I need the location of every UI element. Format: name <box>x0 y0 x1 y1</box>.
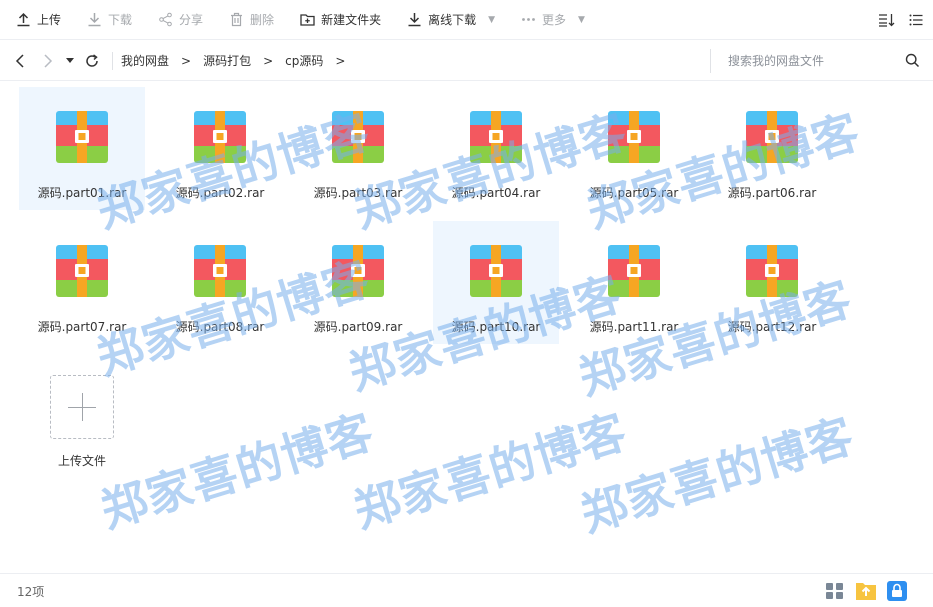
search-icon[interactable] <box>905 53 920 72</box>
file-name: 源码.part02.rar <box>175 186 265 200</box>
download-icon <box>88 13 101 27</box>
file-item[interactable]: 源码.part01.rar <box>19 87 145 210</box>
share-button[interactable]: 分享 <box>158 0 203 40</box>
search-box <box>710 49 920 73</box>
watermark-text: 郑家喜的博客 <box>94 404 381 539</box>
file-name: 源码.part01.rar <box>37 186 127 200</box>
list-view-icon[interactable] <box>909 13 923 27</box>
file-name: 源码.part11.rar <box>589 320 679 334</box>
status-bar: 12项 <box>0 573 933 607</box>
more-button[interactable]: 更多 ▼ <box>521 0 585 40</box>
transfer-folder-icon[interactable] <box>855 581 877 601</box>
rar-archive-icon <box>332 245 384 297</box>
netdisk-window: 上传 下载 分享 删除 新建文件夹 离线下载 ▼ 更多 ▼ 我的网盘 > 源码打… <box>0 0 933 607</box>
rar-archive-icon <box>470 245 522 297</box>
view-controls <box>864 0 923 40</box>
rar-archive-icon <box>746 111 798 163</box>
file-item[interactable]: 源码.part05.rar <box>571 87 697 210</box>
upload-label: 上传 <box>37 13 62 27</box>
file-name: 源码.part07.rar <box>37 320 127 334</box>
share-label: 分享 <box>179 13 204 27</box>
chevron-left-icon <box>15 53 24 68</box>
rar-archive-icon <box>56 245 108 297</box>
new-folder-label: 新建文件夹 <box>321 13 382 27</box>
file-name: 源码.part09.rar <box>313 320 403 334</box>
file-item[interactable]: 源码.part04.rar <box>433 87 559 210</box>
file-item[interactable]: 源码.part02.rar <box>157 87 283 210</box>
more-label: 更多 <box>542 13 567 27</box>
rar-archive-icon <box>608 111 660 163</box>
file-item[interactable]: 源码.part11.rar <box>571 221 697 344</box>
refresh-button[interactable] <box>78 41 106 81</box>
breadcrumb: 我的网盘 > 源码打包 > cp源码 > <box>121 52 357 69</box>
rar-archive-icon <box>56 111 108 163</box>
more-icon <box>522 18 535 21</box>
caret-down-icon <box>66 57 74 63</box>
sort-icon[interactable] <box>878 13 895 27</box>
download-label: 下载 <box>108 13 133 27</box>
toolbar: 上传 下载 分享 删除 新建文件夹 离线下载 ▼ 更多 ▼ <box>0 0 933 40</box>
history-dropdown[interactable] <box>62 41 78 81</box>
file-name: 源码.part04.rar <box>451 186 541 200</box>
file-name: 源码.part05.rar <box>589 186 679 200</box>
breadcrumb-separator[interactable]: > <box>181 54 191 68</box>
file-item[interactable]: 源码.part09.rar <box>295 221 421 344</box>
watermark-text: 郑家喜的博客 <box>574 408 861 543</box>
rar-archive-icon <box>194 111 246 163</box>
file-item[interactable]: 源码.part06.rar <box>709 87 835 210</box>
offline-download-button[interactable]: 离线下载 ▼ <box>407 0 495 40</box>
divider <box>112 51 113 70</box>
trash-icon <box>231 12 243 27</box>
file-name: 源码.part08.rar <box>175 320 265 334</box>
new-folder-button[interactable]: 新建文件夹 <box>300 0 381 40</box>
breadcrumb-item[interactable]: cp源码 <box>285 52 323 69</box>
file-name: 源码.part12.rar <box>727 320 817 334</box>
grid-view-icon[interactable] <box>825 581 845 601</box>
file-item[interactable]: 源码.part03.rar <box>295 87 421 210</box>
upload-icon <box>17 12 30 27</box>
file-name: 源码.part10.rar <box>451 320 541 334</box>
rar-archive-icon <box>470 111 522 163</box>
upload-button[interactable]: 上传 <box>16 0 61 40</box>
new-folder-icon <box>300 14 315 26</box>
breadcrumb-item[interactable]: 源码打包 <box>203 52 251 69</box>
safe-box-lock-icon[interactable] <box>887 581 907 601</box>
delete-button[interactable]: 删除 <box>229 0 274 40</box>
upload-file-label: 上传文件 <box>57 454 106 468</box>
file-item[interactable]: 源码.part07.rar <box>19 221 145 344</box>
file-name: 源码.part06.rar <box>727 186 817 200</box>
offline-download-icon <box>408 13 421 27</box>
back-button[interactable] <box>6 41 34 81</box>
chevron-down-icon[interactable]: ▼ <box>488 15 495 25</box>
delete-label: 删除 <box>250 13 275 27</box>
offline-download-label: 离线下载 <box>428 13 477 27</box>
rar-archive-icon <box>194 245 246 297</box>
status-icons <box>815 581 907 601</box>
upload-file-tile[interactable] <box>50 375 114 439</box>
rar-archive-icon <box>608 245 660 297</box>
file-item[interactable]: 源码.part12.rar <box>709 221 835 344</box>
breadcrumb-separator[interactable]: > <box>263 54 273 68</box>
watermark-text: 郑家喜的博客 <box>347 404 634 539</box>
rar-archive-icon <box>746 245 798 297</box>
address-bar: 我的网盘 > 源码打包 > cp源码 > <box>0 41 933 81</box>
search-input[interactable] <box>711 54 891 68</box>
download-button[interactable]: 下载 <box>87 0 132 40</box>
share-icon <box>159 12 172 27</box>
rar-archive-icon <box>332 111 384 163</box>
breadcrumb-separator[interactable]: > <box>335 54 345 68</box>
chevron-right-icon <box>44 53 53 68</box>
forward-button[interactable] <box>34 41 62 81</box>
file-item[interactable]: 源码.part08.rar <box>157 221 283 344</box>
file-name: 源码.part03.rar <box>313 186 403 200</box>
file-item[interactable]: 源码.part10.rar <box>433 221 559 344</box>
item-count: 12项 <box>17 585 45 599</box>
chevron-down-icon[interactable]: ▼ <box>578 15 585 25</box>
breadcrumb-item[interactable]: 我的网盘 <box>121 52 169 69</box>
refresh-icon <box>86 53 98 67</box>
